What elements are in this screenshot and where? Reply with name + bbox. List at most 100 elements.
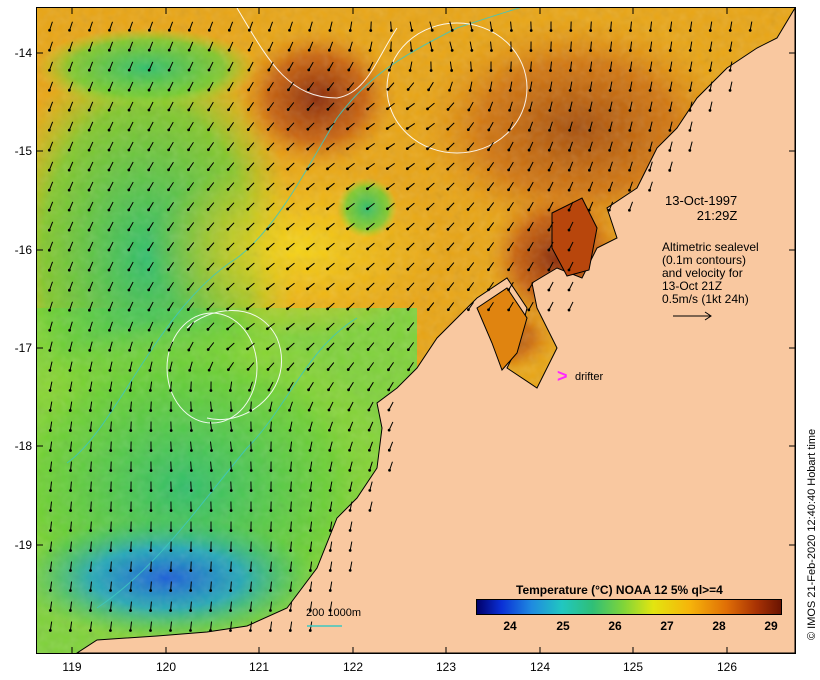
velocity-arrow-head bbox=[486, 248, 490, 252]
velocity-arrow-head bbox=[487, 148, 490, 152]
velocity-arrow-head bbox=[387, 448, 391, 452]
velocity-arrow-head bbox=[47, 168, 51, 172]
velocity-arrow-head bbox=[187, 68, 191, 72]
velocity-arrow-head bbox=[466, 268, 470, 271]
velocity-arrow-head bbox=[389, 29, 393, 32]
velocity-arrow-head bbox=[67, 128, 71, 132]
velocity-arrow-head bbox=[187, 328, 190, 332]
velocity-arrow-head bbox=[405, 147, 409, 150]
velocity-arrow-head bbox=[628, 69, 632, 72]
velocity-arrow-head bbox=[406, 227, 410, 231]
velocity-arrow-head bbox=[109, 529, 113, 532]
lat-tick-label: -14 bbox=[14, 46, 32, 60]
velocity-arrow-head bbox=[88, 409, 92, 412]
lon-tick-label: 119 bbox=[62, 660, 82, 674]
velocity-arrow-head bbox=[187, 148, 190, 152]
velocity-arrow-head bbox=[48, 629, 52, 632]
velocity-arrow-head bbox=[246, 327, 249, 331]
velocity-arrow-head bbox=[69, 549, 72, 552]
velocity-arrow-head bbox=[47, 188, 51, 192]
velocity-arrow-head bbox=[308, 629, 312, 632]
velocity-arrow-head bbox=[49, 509, 52, 512]
velocity-arrow-head bbox=[69, 609, 72, 612]
lon-tick-label: 122 bbox=[342, 660, 364, 674]
velocity-arrow-head bbox=[308, 569, 312, 572]
velocity-arrow-head bbox=[127, 68, 131, 72]
velocity-arrow-head bbox=[149, 469, 153, 472]
velocity-arrow-head bbox=[628, 49, 632, 52]
velocity-arrow-head bbox=[628, 188, 631, 192]
velocity-arrow-head bbox=[206, 168, 210, 171]
velocity-arrow-head bbox=[346, 147, 349, 151]
velocity-arrow-head bbox=[169, 449, 173, 452]
velocity-arrow-head bbox=[249, 569, 253, 572]
velocity-arrow-head bbox=[67, 208, 71, 212]
velocity-arrow-head bbox=[648, 49, 652, 52]
velocity-arrow-head bbox=[588, 128, 592, 132]
colorbar-tick-label: 26 bbox=[608, 619, 622, 633]
velocity-arrow-head bbox=[107, 188, 111, 192]
velocity-arrow-head bbox=[568, 89, 572, 92]
velocity-arrow-head bbox=[147, 208, 151, 212]
velocity-arrow-head bbox=[229, 469, 233, 472]
velocity-arrow-head bbox=[328, 468, 332, 472]
velocity-arrow-head bbox=[587, 208, 591, 212]
velocity-arrow-head bbox=[366, 348, 370, 351]
velocity-arrow-head bbox=[289, 529, 293, 532]
velocity-arrow-head bbox=[688, 49, 692, 52]
velocity-arrow-head bbox=[466, 208, 470, 211]
velocity-arrow-head bbox=[68, 368, 72, 372]
velocity-arrow-head bbox=[249, 429, 253, 432]
velocity-arrow-head bbox=[89, 549, 93, 552]
velocity-arrow-head bbox=[67, 228, 71, 232]
velocity-arrow-head bbox=[246, 148, 250, 151]
velocity-arrow-head bbox=[547, 268, 551, 272]
velocity-arrow-head bbox=[386, 247, 390, 251]
velocity-arrow-head bbox=[207, 368, 211, 372]
velocity-arrow-head bbox=[49, 569, 52, 572]
velocity-arrow-head bbox=[47, 248, 51, 252]
velocity-arrow-head bbox=[386, 87, 390, 91]
velocity-arrow-head bbox=[287, 388, 291, 392]
velocity-arrow-head bbox=[69, 569, 72, 572]
velocity-arrow-head bbox=[326, 327, 330, 331]
velocity-arrow-head bbox=[67, 148, 71, 152]
velocity-arrow-head bbox=[609, 49, 612, 52]
velocity-arrow-head bbox=[189, 609, 192, 612]
velocity-arrow-head bbox=[307, 68, 311, 72]
velocity-arrow-head bbox=[406, 207, 409, 211]
velocity-arrow-head bbox=[48, 368, 52, 372]
velocity-arrow-head bbox=[266, 147, 270, 151]
velocity-arrow-head bbox=[288, 408, 291, 412]
velocity-arrow-head bbox=[346, 287, 350, 291]
velocity-arrow-head bbox=[309, 509, 312, 512]
velocity-arrow-head bbox=[109, 509, 113, 512]
velocity-arrow-head bbox=[109, 569, 113, 572]
velocity-arrow-head bbox=[587, 188, 591, 192]
velocity-arrow-head bbox=[88, 328, 91, 332]
velocity-arrow-head bbox=[567, 228, 571, 232]
velocity-arrow-head bbox=[387, 428, 391, 432]
velocity-arrow-head bbox=[127, 268, 131, 272]
velocity-arrow-head bbox=[608, 128, 612, 132]
velocity-arrow-head bbox=[328, 549, 332, 552]
velocity-arrow-head bbox=[426, 267, 430, 271]
velocity-arrow-head bbox=[326, 347, 330, 351]
velocity-arrow-head bbox=[446, 187, 450, 191]
velocity-arrow-head bbox=[567, 288, 571, 292]
velocity-arrow-head bbox=[48, 28, 51, 32]
velocity-arrow-head bbox=[189, 569, 193, 572]
velocity-arrow-head bbox=[487, 268, 490, 272]
velocity-arrow-head bbox=[365, 167, 369, 171]
velocity-arrow-head bbox=[668, 148, 672, 152]
velocity-arrow-head bbox=[269, 449, 273, 452]
velocity-arrow-head bbox=[306, 167, 310, 171]
velocity-arrow-head bbox=[107, 48, 111, 52]
velocity-arrow-head bbox=[326, 107, 330, 111]
velocity-arrow-head bbox=[648, 128, 652, 132]
lon-tick-label: 123 bbox=[435, 660, 457, 674]
velocity-arrow-head bbox=[209, 609, 212, 612]
velocity-arrow-head bbox=[147, 188, 151, 192]
velocity-arrow-head bbox=[89, 629, 92, 632]
velocity-arrow-head bbox=[547, 248, 551, 252]
